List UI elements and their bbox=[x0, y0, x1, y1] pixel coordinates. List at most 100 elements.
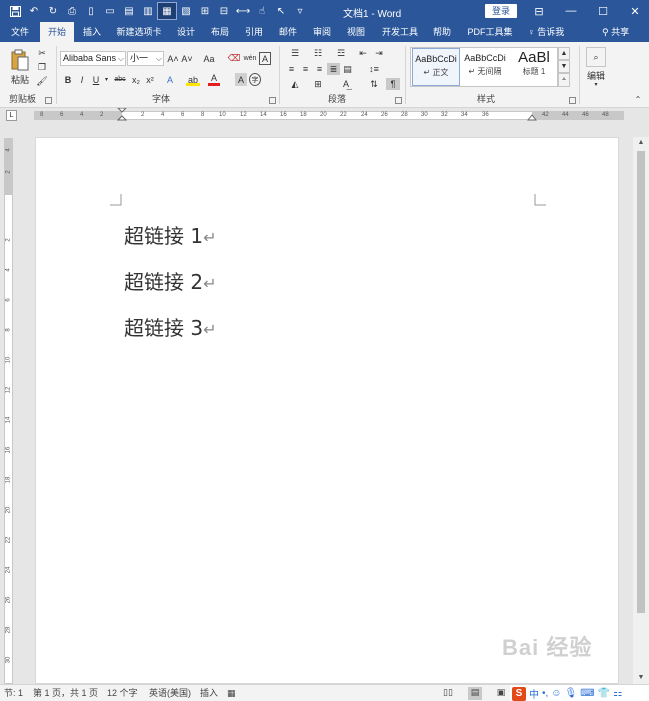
highlight-button[interactable]: ab bbox=[186, 73, 200, 86]
status-language[interactable]: 英语(美国) bbox=[149, 687, 191, 700]
subscript-button[interactable]: x₂ bbox=[130, 73, 142, 86]
paragraph-1[interactable]: 超链接 1↵ bbox=[124, 220, 217, 249]
chevron-down-icon[interactable]: ▾ bbox=[590, 80, 602, 88]
print-preview-icon[interactable]: ⎙ bbox=[63, 3, 81, 19]
tab-design[interactable]: 设计 bbox=[172, 22, 200, 42]
tab-help[interactable]: 帮助 bbox=[428, 22, 456, 42]
decrease-indent-icon[interactable]: ⇤ bbox=[356, 47, 370, 59]
sort-icon[interactable]: ⇅ bbox=[364, 78, 384, 90]
reading-mode-icon[interactable]: ▦ bbox=[157, 2, 177, 20]
customize-qat-icon[interactable]: ▿ bbox=[291, 3, 309, 19]
grow-font-button[interactable]: A˄ bbox=[167, 52, 179, 65]
style-normal[interactable]: AaBbCcDi ↵ 正文 bbox=[412, 48, 460, 86]
font-size-combo[interactable]: 小一 ⌵ bbox=[127, 51, 164, 66]
select-icon[interactable]: ↖ bbox=[272, 3, 290, 19]
copy-icon[interactable]: ❐ bbox=[35, 61, 49, 73]
enclose-char-button[interactable]: 字 bbox=[249, 73, 261, 86]
vertical-scrollbar[interactable]: ▲ ▼ bbox=[633, 137, 649, 684]
cut-icon[interactable]: ✂ bbox=[35, 47, 49, 59]
distributed-icon[interactable]: ▤ bbox=[341, 63, 354, 75]
align-left-icon[interactable]: ≡ bbox=[285, 63, 298, 75]
paragraph-3[interactable]: 超链接 3↵ bbox=[124, 312, 217, 341]
paste-icon[interactable] bbox=[8, 47, 32, 73]
show-marks-icon[interactable]: ¶ bbox=[386, 78, 400, 90]
page-layout-icon[interactable]: ▧ bbox=[177, 3, 195, 19]
bullets-icon[interactable]: ☰ bbox=[285, 47, 305, 59]
align-center-icon[interactable]: ≡ bbox=[299, 63, 312, 75]
columns-icon[interactable]: ⊞ bbox=[196, 3, 214, 19]
microphone-icon[interactable]: 🎙 bbox=[565, 688, 578, 699]
ime-punctuation[interactable]: •, bbox=[542, 688, 548, 699]
font-color-button[interactable]: A bbox=[208, 73, 220, 86]
tab-insert[interactable]: 插入 bbox=[78, 22, 106, 42]
emoji-icon[interactable]: ☺ bbox=[551, 688, 561, 699]
collapse-ribbon-icon[interactable]: ⌃ bbox=[633, 94, 643, 104]
touch-mode-icon[interactable]: ☝ bbox=[253, 3, 271, 19]
tab-pdf-tools[interactable]: PDF工具集 bbox=[462, 22, 518, 42]
skin-icon[interactable]: 👕 bbox=[598, 688, 610, 699]
web-layout-icon[interactable]: ▣ bbox=[494, 687, 508, 700]
tab-layout[interactable]: 布局 bbox=[206, 22, 234, 42]
char-border-button[interactable]: A bbox=[259, 52, 271, 65]
read-mode-icon[interactable]: ▯▯ bbox=[441, 687, 455, 700]
status-insert-mode[interactable]: 插入 bbox=[200, 687, 218, 700]
open-icon[interactable]: ▭ bbox=[101, 3, 119, 19]
styles-more-icon[interactable]: ⩡ bbox=[558, 73, 570, 87]
paragraph-launcher-icon[interactable] bbox=[395, 97, 402, 104]
tell-me-search[interactable]: ♀ 告诉我 bbox=[528, 22, 564, 42]
ime-language[interactable]: 中 bbox=[529, 686, 539, 701]
strikethrough-button[interactable]: abc bbox=[112, 73, 128, 86]
clipboard-launcher-icon[interactable] bbox=[45, 97, 52, 104]
page-width-icon[interactable]: ⊟ bbox=[215, 3, 233, 19]
width-icon[interactable]: ⟷ bbox=[234, 3, 252, 19]
toolbox-icon[interactable]: ⚏ bbox=[613, 688, 622, 699]
login-button[interactable]: 登录 bbox=[485, 4, 517, 18]
search-icon[interactable]: ⌕ bbox=[586, 47, 606, 67]
phonetic-guide-button[interactable]: wén bbox=[243, 52, 257, 65]
italic-button[interactable]: I bbox=[76, 73, 88, 86]
font-name-combo[interactable]: Alibaba Sans ⌵ bbox=[60, 51, 126, 66]
style-heading-1[interactable]: AaBl 标题 1 bbox=[510, 48, 558, 86]
paragraph-2[interactable]: 超链接 2↵ bbox=[124, 266, 217, 295]
status-page[interactable]: 第 1 页，共 1 页 bbox=[33, 687, 98, 700]
numbering-icon[interactable]: ☷ bbox=[308, 47, 328, 59]
print-layout-icon[interactable]: ▤ bbox=[468, 687, 482, 700]
bold-button[interactable]: B bbox=[62, 73, 74, 86]
tab-review[interactable]: 审阅 bbox=[308, 22, 336, 42]
right-indent-marker-icon[interactable] bbox=[527, 112, 537, 122]
paste-button-label[interactable]: 粘贴 bbox=[8, 73, 32, 85]
scroll-up-icon[interactable]: ▲ bbox=[633, 137, 649, 149]
increase-indent-icon[interactable]: ⇥ bbox=[372, 47, 386, 59]
shading-icon[interactable]: ◭ bbox=[285, 78, 305, 90]
underline-button[interactable]: U bbox=[90, 73, 102, 86]
styles-scroll-up-icon[interactable]: ▲ bbox=[558, 47, 570, 60]
scroll-thumb[interactable] bbox=[637, 151, 645, 613]
multilevel-list-icon[interactable]: ☲ bbox=[331, 47, 351, 59]
status-section[interactable]: 节: 1 bbox=[4, 687, 23, 700]
scroll-down-icon[interactable]: ▼ bbox=[633, 672, 649, 684]
ime-toolbar[interactable]: S 中 •, ☺ 🎙 ⌨ 👕 ⚏ bbox=[510, 685, 649, 701]
tab-file[interactable]: 文件 bbox=[6, 22, 34, 42]
undo-icon[interactable]: ↶ bbox=[25, 3, 43, 19]
macro-record-icon[interactable]: ▦ bbox=[227, 687, 236, 700]
justify-icon[interactable]: ≣ bbox=[327, 63, 340, 75]
text-effect-button[interactable]: A bbox=[164, 73, 176, 86]
change-case-button[interactable]: Aa bbox=[199, 52, 219, 65]
document-page[interactable]: 超链接 1↵ 超链接 2↵ 超链接 3↵ bbox=[35, 137, 619, 684]
tab-references[interactable]: 引用 bbox=[240, 22, 268, 42]
format-painter-icon[interactable]: 🖌 bbox=[35, 75, 49, 87]
line-spacing-icon[interactable]: ↕≡ bbox=[364, 63, 384, 75]
char-shading-button[interactable]: A bbox=[235, 73, 247, 86]
shrink-font-button[interactable]: A˅ bbox=[181, 52, 193, 65]
clear-format-icon[interactable]: ⌫ bbox=[228, 52, 241, 65]
indent-marker-icon[interactable] bbox=[117, 108, 127, 122]
tab-mailings[interactable]: 邮件 bbox=[274, 22, 302, 42]
font-launcher-icon[interactable] bbox=[269, 97, 276, 104]
paste-special-icon[interactable]: ▤ bbox=[120, 3, 138, 19]
close-button[interactable]: ✕ bbox=[619, 0, 649, 22]
borders-icon[interactable]: ⊞ bbox=[308, 78, 328, 90]
tab-home[interactable]: 开始 bbox=[40, 22, 74, 42]
minimize-button[interactable]: — bbox=[555, 0, 587, 22]
tab-selector[interactable]: L bbox=[6, 110, 17, 121]
save-icon[interactable] bbox=[6, 3, 24, 19]
